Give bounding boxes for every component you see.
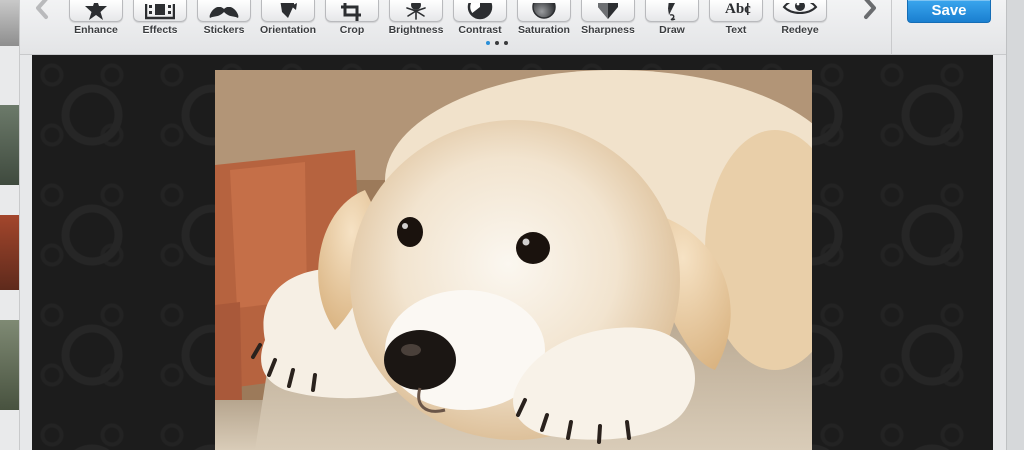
film-icon xyxy=(145,4,175,20)
tool-sharpness[interactable]: Sharpness xyxy=(576,0,640,40)
text-icon: Abc xyxy=(725,3,751,17)
toolbar-next-button[interactable] xyxy=(858,0,882,26)
tool-crop[interactable]: Crop xyxy=(320,0,384,40)
tool-effects[interactable]: Effects xyxy=(128,0,192,40)
editor-toolbar: Enhance Effects Stickers Orientation Cro… xyxy=(20,0,1006,55)
tool-label: Crop xyxy=(339,24,365,36)
tool-label: Text xyxy=(725,24,747,36)
toolbar-prev-button[interactable] xyxy=(30,0,54,26)
tool-label: Saturation xyxy=(518,24,570,36)
tool-label: Enhance xyxy=(74,24,118,36)
tool-saturation-button[interactable] xyxy=(517,0,571,22)
save-button[interactable]: Save xyxy=(907,0,991,23)
pager-dot-2[interactable] xyxy=(495,41,499,45)
contrast-icon xyxy=(467,3,493,20)
tool-enhance[interactable]: Enhance xyxy=(64,0,128,40)
tool-stickers-button[interactable] xyxy=(197,0,251,22)
rotate-icon xyxy=(280,3,297,18)
star-icon xyxy=(85,3,107,20)
tool-label: Effects xyxy=(142,24,178,36)
crop-icon xyxy=(341,3,361,21)
tool-strip: Enhance Effects Stickers Orientation Cro… xyxy=(68,0,848,55)
tool-orientation[interactable]: Orientation xyxy=(256,0,320,40)
photo-editor: Enhance Effects Stickers Orientation Cro… xyxy=(20,0,1006,450)
tool-label: Draw xyxy=(659,24,685,36)
tool-redeye-button[interactable] xyxy=(773,0,827,22)
tool-brightness[interactable]: Brightness xyxy=(384,0,448,40)
tool-contrast[interactable]: Contrast xyxy=(448,0,512,40)
tool-text-button[interactable]: Abc xyxy=(709,0,763,22)
tool-label: Orientation xyxy=(259,24,316,36)
tool-label: Stickers xyxy=(203,24,245,36)
thumbnail[interactable] xyxy=(0,320,19,410)
host-page-right-strip xyxy=(1006,0,1024,450)
tool-label: Redeye xyxy=(781,24,819,36)
pen-icon xyxy=(668,3,676,21)
thumbnail[interactable] xyxy=(0,215,19,290)
pager-dot-3[interactable] xyxy=(504,41,508,45)
pager-dot-1[interactable] xyxy=(486,41,490,45)
eye-icon xyxy=(782,3,818,14)
tool-crop-button[interactable] xyxy=(325,0,379,22)
tool-label: Contrast xyxy=(458,24,502,36)
tool-redeye[interactable]: Redeye xyxy=(768,0,832,40)
thumbnail[interactable] xyxy=(0,0,19,46)
tool-enhance-button[interactable] xyxy=(69,0,123,22)
chevron-right-icon xyxy=(864,0,876,19)
puppy-photo-graphic xyxy=(215,70,812,450)
tool-orientation-button[interactable] xyxy=(261,0,315,22)
mustache-icon xyxy=(209,7,239,18)
host-page-left-strip xyxy=(0,0,20,450)
tool-saturation[interactable]: Saturation xyxy=(512,0,576,40)
tool-stickers[interactable]: Stickers xyxy=(192,0,256,40)
tool-contrast-button[interactable] xyxy=(453,0,507,22)
thumbnail[interactable] xyxy=(0,105,19,185)
page: Enhance Effects Stickers Orientation Cro… xyxy=(0,0,1024,450)
tool-brightness-button[interactable] xyxy=(389,0,443,22)
tool-label: Brightness xyxy=(388,24,444,36)
tool-effects-button[interactable] xyxy=(133,0,187,22)
tool-draw-button[interactable] xyxy=(645,0,699,22)
puppy-photo[interactable] xyxy=(215,70,812,450)
sharpness-icon xyxy=(598,3,618,19)
tool-sharpness-button[interactable] xyxy=(581,0,635,22)
toolbar-pager xyxy=(486,41,508,45)
toolbar-divider xyxy=(891,0,892,55)
saturation-icon xyxy=(532,3,556,19)
editor-canvas xyxy=(32,55,993,450)
sun-icon xyxy=(406,3,426,20)
tool-label: Sharpness xyxy=(581,24,635,36)
chevron-left-icon xyxy=(36,0,48,19)
tool-text[interactable]: Abc Text xyxy=(704,0,768,40)
tool-draw[interactable]: Draw xyxy=(640,0,704,40)
